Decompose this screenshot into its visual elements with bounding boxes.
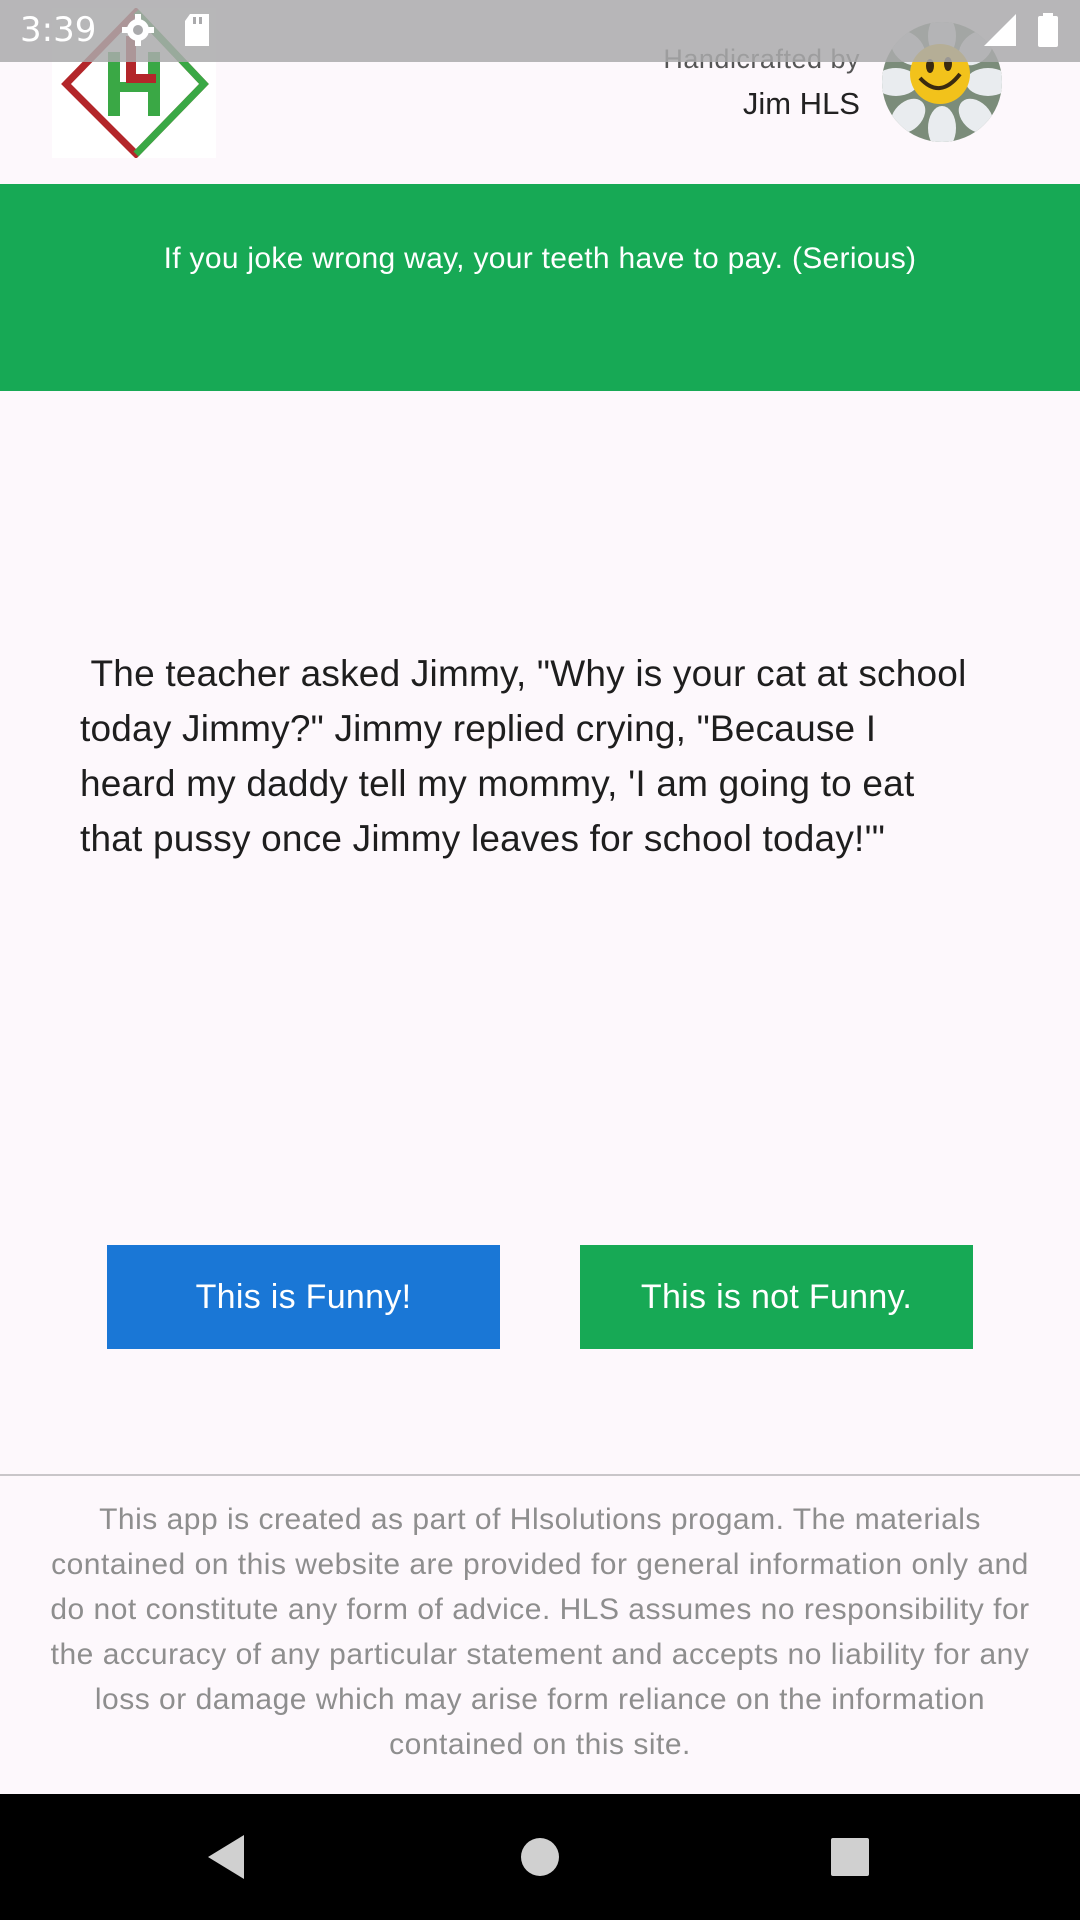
- home-icon[interactable]: [500, 1824, 580, 1890]
- recents-icon[interactable]: [810, 1824, 890, 1890]
- navigation-bar: [0, 1794, 1080, 1920]
- signal-icon: [982, 12, 1018, 53]
- back-icon[interactable]: [186, 1824, 266, 1890]
- status-time: 3:39: [20, 10, 97, 50]
- battery-icon: [1036, 12, 1060, 53]
- footer-divider: [0, 1474, 1080, 1476]
- settings-icon: [120, 12, 156, 53]
- sd-card-icon: [182, 12, 212, 53]
- joke-text: The teacher asked Jimmy, "Why is your ca…: [80, 653, 977, 859]
- status-bar: 3:39: [0, 0, 1080, 62]
- banner-text: If you joke wrong way, your teeth have t…: [163, 242, 917, 275]
- disclaimer-text: This app is created as part of Hlsolutio…: [50, 1503, 1030, 1761]
- credit-name: Jim HLS: [742, 86, 860, 121]
- not-funny-button[interactable]: This is not Funny.: [580, 1245, 973, 1349]
- funny-button[interactable]: This is Funny!: [107, 1245, 500, 1349]
- quote-banner: If you joke wrong way, your teeth have t…: [0, 184, 1080, 391]
